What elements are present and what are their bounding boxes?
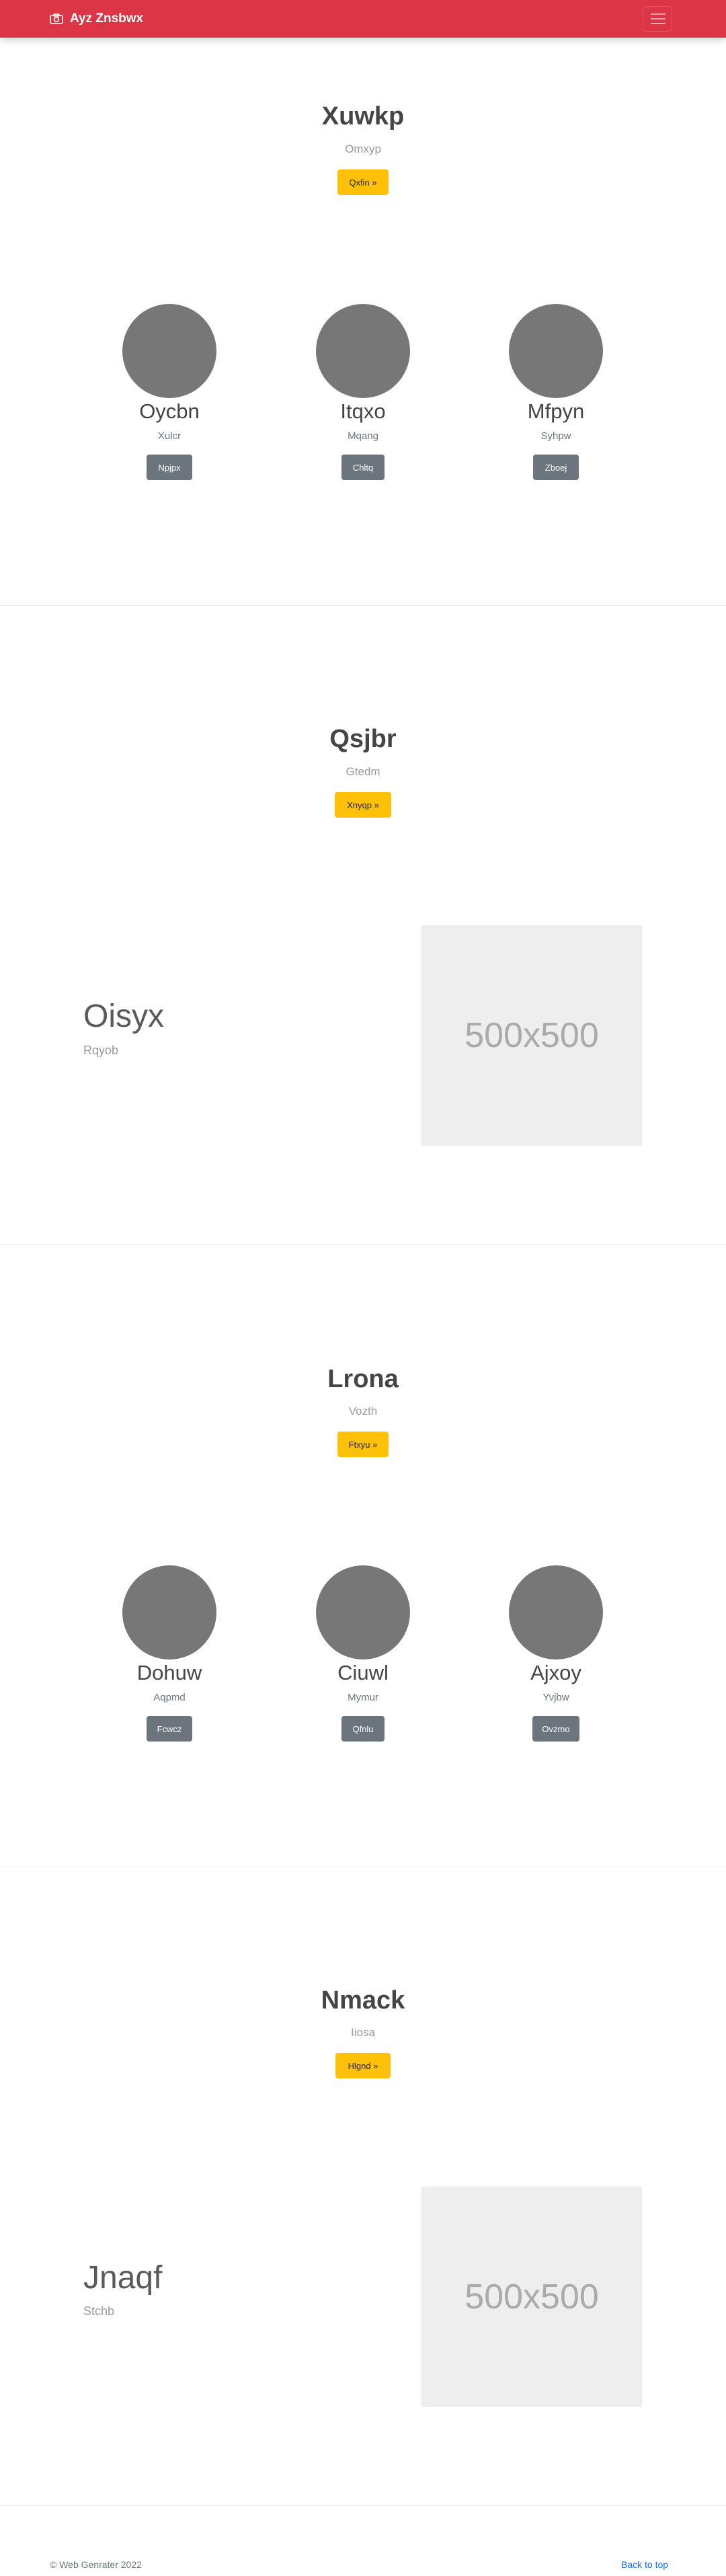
feature-button[interactable]: Ovzmo	[532, 1716, 579, 1742]
feature-button[interactable]: Npjpx	[147, 455, 192, 480]
brand-name: Ayz Znsbwx	[70, 11, 144, 26]
section-divider	[0, 605, 726, 606]
feature-subtitle: Mqang	[348, 430, 378, 442]
feature-button[interactable]: Fcwcz	[147, 1716, 192, 1742]
feature-title: Oycbn	[139, 399, 200, 423]
section-title: Xuwkp	[321, 102, 405, 130]
section-title: Nmack	[321, 1986, 405, 2015]
feature-button[interactable]: Qfnlu	[341, 1716, 385, 1742]
feature-heading: Oisyx	[83, 999, 164, 1034]
feature-button[interactable]: Chltq	[341, 455, 385, 480]
section-subtitle: Vozth	[348, 1405, 378, 1417]
feature-image	[316, 1565, 410, 1660]
footer-copyright: © Web Genrater 2022	[50, 2559, 142, 2570]
placeholder-image: 500x500	[421, 925, 642, 1146]
feature-button[interactable]: Zboej	[533, 455, 579, 480]
feature-image	[509, 304, 603, 398]
placeholder-image: 500x500	[421, 2187, 642, 2407]
feature-subtitle: Yvjbw	[542, 1692, 569, 1703]
feature-image	[122, 1565, 216, 1660]
feature-title: Dohuw	[136, 1661, 202, 1684]
feature-title: Itqxo	[340, 399, 386, 423]
navbar: Ayz Znsbwx	[0, 0, 726, 38]
feature-title: Mfpyn	[527, 399, 585, 423]
brand-link[interactable]: Ayz Znsbwx	[50, 9, 143, 28]
section-cta-button[interactable]: Xnyqp »	[335, 792, 391, 818]
feature-subtitle: Mymur	[348, 1692, 378, 1703]
section-subtitle: Omxyp	[345, 143, 381, 155]
navbar-toggler-button[interactable]	[643, 6, 672, 32]
section-title: Lrona	[327, 1365, 399, 1393]
camera-icon	[50, 13, 63, 24]
section-cta-button[interactable]: Ftxyu »	[337, 1432, 389, 1457]
section-title: Qsjbr	[329, 725, 397, 753]
feature-subtitle: Xulcr	[157, 430, 182, 442]
feature-title: Ciuwl	[337, 1661, 389, 1684]
section-cta-button[interactable]: Hlgnd »	[335, 2053, 391, 2078]
section-divider	[0, 2505, 726, 2506]
feature-image	[122, 304, 216, 398]
feature-image	[509, 1565, 603, 1660]
section-divider	[0, 1244, 726, 1245]
feature-subheading: Stchb	[83, 2304, 115, 2318]
feature-heading: Jnaqf	[83, 2260, 163, 2296]
section-cta-button[interactable]: Qxfin »	[337, 169, 389, 195]
feature-subtitle: Syhpw	[540, 430, 571, 442]
feature-image	[316, 304, 410, 398]
feature-subheading: Rqyob	[83, 1044, 119, 1057]
feature-subtitle: Aqpmd	[153, 1692, 186, 1703]
section-subtitle: Iiosa	[351, 2026, 375, 2039]
section-subtitle: Gtedm	[346, 765, 380, 778]
feature-title: Ajxoy	[530, 1661, 581, 1684]
hamburger-icon	[651, 13, 666, 25]
back-to-top-link[interactable]: Back to top	[621, 2559, 668, 2570]
